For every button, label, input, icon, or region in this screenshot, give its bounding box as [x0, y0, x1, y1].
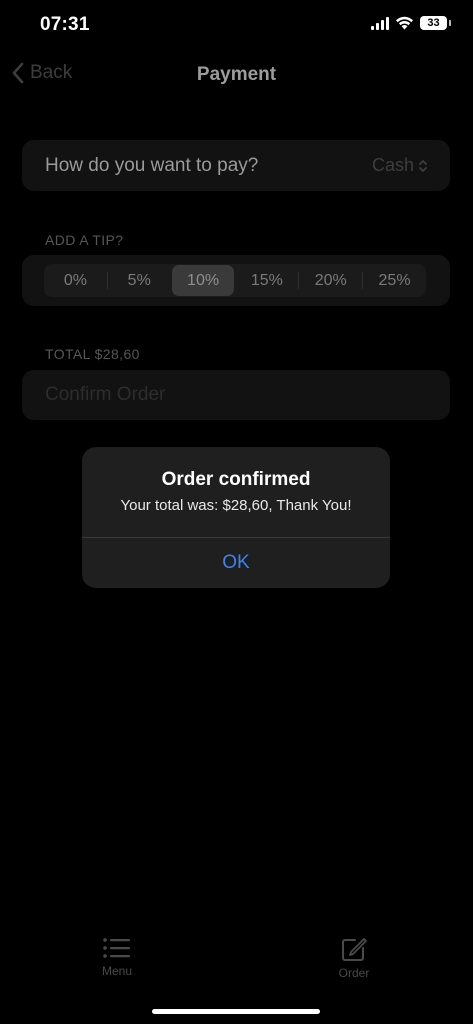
- alert-ok-button[interactable]: OK: [82, 538, 390, 588]
- tab-order[interactable]: Order: [314, 936, 394, 980]
- tip-option-20[interactable]: 20%: [299, 264, 362, 297]
- tip-option-5[interactable]: 5%: [108, 264, 171, 297]
- wifi-icon: [396, 16, 413, 30]
- tip-option-10-selected[interactable]: 10%: [171, 265, 235, 296]
- compose-icon: [342, 938, 367, 961]
- payment-question: How do you want to pay?: [45, 154, 259, 176]
- status-icons: 33: [371, 16, 451, 30]
- tab-order-label: Order: [338, 966, 370, 980]
- tab-menu-label: Menu: [101, 964, 133, 978]
- list-icon: [103, 938, 130, 958]
- payment-method-row[interactable]: How do you want to pay? Cash: [22, 140, 450, 191]
- chevron-up-down-icon: [419, 159, 427, 172]
- cellular-signal-icon: [371, 16, 389, 30]
- tab-menu[interactable]: Menu: [77, 936, 157, 978]
- home-indicator[interactable]: [152, 1009, 320, 1014]
- total-label: TOTAL $28,60: [45, 346, 140, 362]
- tip-option-25[interactable]: 25%: [363, 264, 426, 297]
- tip-segmented-control: 0% 5% 10% 15% 20% 25%: [44, 264, 426, 297]
- page-title: Payment: [196, 64, 277, 85]
- tip-option-15[interactable]: 15%: [235, 264, 298, 297]
- battery-icon: 33: [420, 16, 451, 30]
- tip-container: 0% 5% 10% 15% 20% 25%: [22, 255, 450, 306]
- status-time: 07:31: [40, 14, 90, 35]
- order-confirmed-alert: Order confirmed Your total was: $28,60, …: [82, 447, 390, 588]
- payment-method-picker[interactable]: Cash: [372, 155, 428, 176]
- tip-option-0[interactable]: 0%: [44, 264, 107, 297]
- alert-title: Order confirmed: [161, 469, 311, 490]
- confirm-order-button[interactable]: Confirm Order: [22, 370, 450, 420]
- alert-message: Your total was: $28,60, Thank You!: [120, 497, 352, 514]
- payment-method-value: Cash: [371, 155, 414, 175]
- battery-level: 33: [427, 17, 440, 29]
- tip-section-label: ADD A TIP?: [45, 232, 124, 248]
